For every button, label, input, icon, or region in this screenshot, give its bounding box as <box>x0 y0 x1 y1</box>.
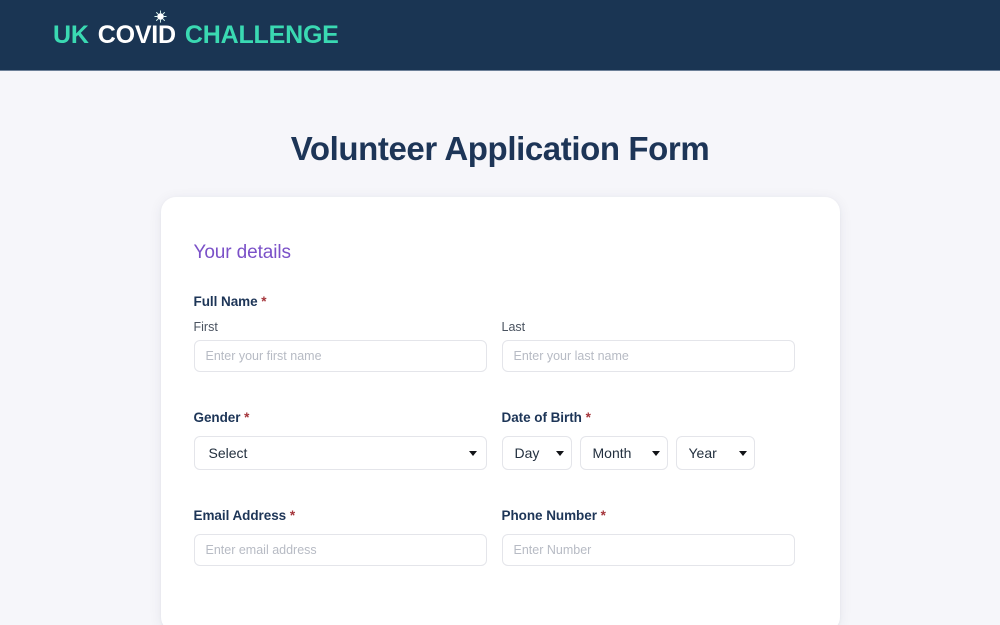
dob-year-value: Year <box>688 445 717 461</box>
phone-label-text: Phone Number <box>501 508 597 523</box>
required-marker: * <box>600 508 606 523</box>
gender-label: Gender * <box>194 410 487 425</box>
row-spacer <box>194 496 807 508</box>
required-marker: * <box>244 410 250 425</box>
email-input[interactable] <box>193 534 487 566</box>
row-spacer <box>194 398 807 410</box>
site-header: UK COVID CHALLENGE <box>0 0 1000 71</box>
dob-year-select[interactable]: Year <box>675 436 755 470</box>
brand-text-covid: COVID <box>97 9 176 49</box>
gender-col: Gender * Select <box>193 410 487 470</box>
brand-covid-label: COVID <box>97 20 176 49</box>
dob-day-value: Day <box>514 445 540 461</box>
required-marker: * <box>261 294 267 309</box>
email-col: Email Address * <box>193 508 487 566</box>
date-of-birth-col: Date of Birth * Day Month Year <box>501 410 795 470</box>
required-marker: * <box>289 508 296 523</box>
full-name-label-text: Full Name <box>193 294 258 309</box>
chevron-down-icon <box>468 450 477 456</box>
full-name-row: First Last <box>193 320 807 372</box>
date-of-birth-label: Date of Birth * <box>502 410 795 425</box>
last-name-col: Last <box>501 320 795 372</box>
phone-input[interactable] <box>501 534 795 566</box>
last-name-sub-label: Last <box>501 320 526 334</box>
gender-select-value: Select <box>208 445 248 461</box>
first-name-input[interactable] <box>193 340 487 372</box>
date-of-birth-selects: Day Month Year <box>501 436 795 470</box>
dob-month-select[interactable]: Month <box>579 436 668 470</box>
date-of-birth-label-text: Date of Birth <box>501 410 582 425</box>
gender-select[interactable]: Select <box>193 436 487 470</box>
required-marker: * <box>585 410 591 425</box>
phone-col: Phone Number * <box>501 508 795 566</box>
last-name-input[interactable] <box>501 340 795 372</box>
application-form-card: Your details Full Name * First Last <box>160 197 840 625</box>
page-title: Volunteer Application Form <box>290 130 710 167</box>
gender-dob-row: Gender * Select Date of Birth * Day Mont… <box>193 410 807 470</box>
email-label-text: Email Address <box>193 508 287 523</box>
chevron-down-icon <box>555 450 564 456</box>
dob-day-select[interactable]: Day <box>501 436 572 470</box>
full-name-group: Full Name * First Last <box>193 294 807 372</box>
first-name-sub-label: First <box>193 320 218 334</box>
virus-icon <box>154 9 167 23</box>
phone-label: Phone Number * <box>502 508 795 523</box>
first-name-col: First <box>193 320 487 372</box>
section-heading-your-details: Your details <box>193 242 291 263</box>
email-phone-row: Email Address * Phone Number * <box>193 508 807 566</box>
brand-logo[interactable]: UK COVID CHALLENGE <box>53 9 339 49</box>
brand-text-uk: UK <box>53 20 89 49</box>
dob-month-value: Month <box>592 445 632 461</box>
full-name-label: Full Name * <box>194 294 807 309</box>
main-content: Volunteer Application Form Your details … <box>0 130 1000 625</box>
brand-text-challenge: CHALLENGE <box>184 20 339 49</box>
email-label: Email Address * <box>194 508 487 523</box>
chevron-down-icon <box>651 450 660 456</box>
gender-label-text: Gender <box>193 410 241 425</box>
chevron-down-icon <box>738 450 747 456</box>
